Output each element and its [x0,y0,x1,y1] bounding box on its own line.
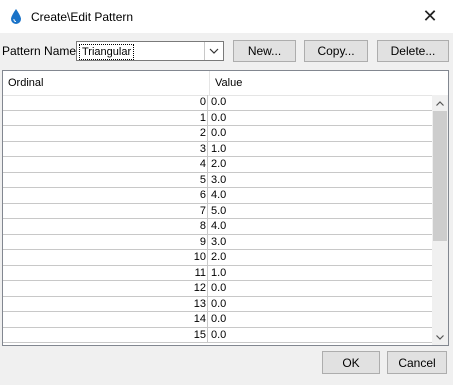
ordinal-cell: 6 [3,188,208,203]
value-cell[interactable]: 3.0 [211,173,226,188]
table-row[interactable]: 0 0.0 [3,95,434,111]
column-header-value[interactable]: Value [210,71,434,95]
value-cell[interactable]: 1.0 [211,266,226,281]
table-row[interactable]: 1 0.0 [3,110,434,126]
ordinal-cell: 13 [3,296,208,312]
value-cell[interactable]: 1.0 [211,142,226,157]
value-cell[interactable]: 4.0 [211,188,226,203]
value-cell[interactable]: 0.0 [211,111,226,126]
window-title: Create\Edit Pattern [31,10,134,24]
table-header: Ordinal Value [3,71,434,96]
table-row[interactable]: 2 0.0 [3,126,434,142]
table-body: 0 0.0 1 0.0 2 0.0 3 1.0 4 2.0 5 3.0 6 4.0 7 5.0 8 4.0 9 3.0… [3,95,434,343]
value-cell[interactable]: 0.0 [211,312,226,327]
table-row[interactable]: 5 3.0 [3,172,434,188]
copy-pattern-button[interactable]: Copy... [304,40,368,62]
pattern-toolbar: Pattern Name: Triangular New... Copy... … [0,40,453,62]
ordinal-cell: 14 [3,312,208,327]
chevron-down-icon[interactable] [204,42,223,60]
value-cell[interactable]: 0.0 [211,126,226,141]
title-bar: Create\Edit Pattern ✕ [0,0,453,33]
close-icon: ✕ [422,6,438,26]
table-row[interactable]: 8 4.0 [3,219,434,235]
ordinal-cell: 1 [3,110,208,126]
ordinal-cell: 10 [3,250,208,265]
value-cell[interactable]: 0.0 [211,328,226,343]
pattern-table: Ordinal Value 0 0.0 1 0.0 2 0.0 3 1.0 4 2.0 5 3.0 6 4… [2,70,449,346]
value-cell[interactable]: 0.0 [211,297,226,312]
ordinal-cell: 5 [3,172,208,188]
ordinal-cell: 3 [3,141,208,157]
ordinal-cell: 9 [3,234,208,250]
table-row[interactable]: 15 0.0 [3,327,434,343]
table-row[interactable]: 12 0.0 [3,281,434,297]
column-header-ordinal[interactable]: Ordinal [3,71,210,95]
scroll-down-icon[interactable] [432,329,448,345]
table-row[interactable]: 3 1.0 [3,141,434,157]
table-row[interactable]: 13 0.0 [3,296,434,312]
vertical-scrollbar[interactable] [432,95,448,345]
table-row[interactable]: 6 4.0 [3,188,434,204]
table-row[interactable]: 14 0.0 [3,312,434,328]
table-row[interactable]: 7 5.0 [3,203,434,219]
pattern-name-select[interactable]: Triangular [76,41,224,61]
value-cell[interactable]: 2.0 [211,250,226,265]
table-row[interactable]: 10 2.0 [3,250,434,266]
ordinal-cell: 15 [3,327,208,343]
ordinal-cell: 8 [3,219,208,234]
value-cell[interactable]: 5.0 [211,204,226,219]
pattern-name-value: Triangular [79,44,135,60]
ordinal-cell: 12 [3,281,208,296]
ordinal-cell: 2 [3,126,208,141]
new-pattern-button[interactable]: New... [233,40,296,62]
scrollbar-thumb[interactable] [433,111,447,241]
scroll-up-icon[interactable] [432,95,448,111]
value-cell[interactable]: 0.0 [211,95,226,110]
table-row[interactable]: 9 3.0 [3,234,434,250]
value-cell[interactable]: 0.0 [211,281,226,296]
value-cell[interactable]: 4.0 [211,219,226,234]
ordinal-cell: 4 [3,157,208,172]
close-button[interactable]: ✕ [407,0,453,33]
droplet-icon [11,9,21,24]
value-cell[interactable]: 2.0 [211,157,226,172]
ordinal-cell: 11 [3,265,208,281]
ok-button[interactable]: OK [322,351,380,374]
cancel-button[interactable]: Cancel [387,351,447,374]
ordinal-cell: 7 [3,203,208,219]
ordinal-cell: 0 [3,95,208,110]
delete-pattern-button[interactable]: Delete... [377,40,449,62]
pattern-name-label: Pattern Name: [2,44,80,58]
table-row[interactable]: 4 2.0 [3,157,434,173]
table-row[interactable]: 11 1.0 [3,265,434,281]
value-cell[interactable]: 3.0 [211,235,226,250]
